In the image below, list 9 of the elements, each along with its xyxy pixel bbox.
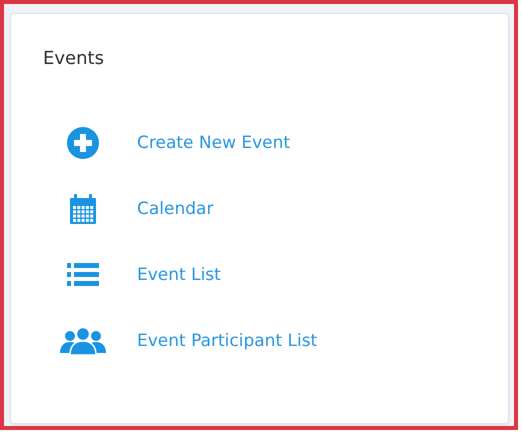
menu-link[interactable]: Create New Event (137, 133, 290, 153)
add-icon (67, 127, 99, 159)
card-title: Events (43, 48, 105, 69)
list-icon (67, 263, 99, 287)
menu-link[interactable]: Event Participant List (137, 331, 318, 351)
calendar-icon (68, 194, 98, 224)
menu-link[interactable]: Event List (137, 265, 221, 285)
menu-link[interactable]: Calendar (137, 199, 214, 219)
group-icon (60, 327, 106, 355)
